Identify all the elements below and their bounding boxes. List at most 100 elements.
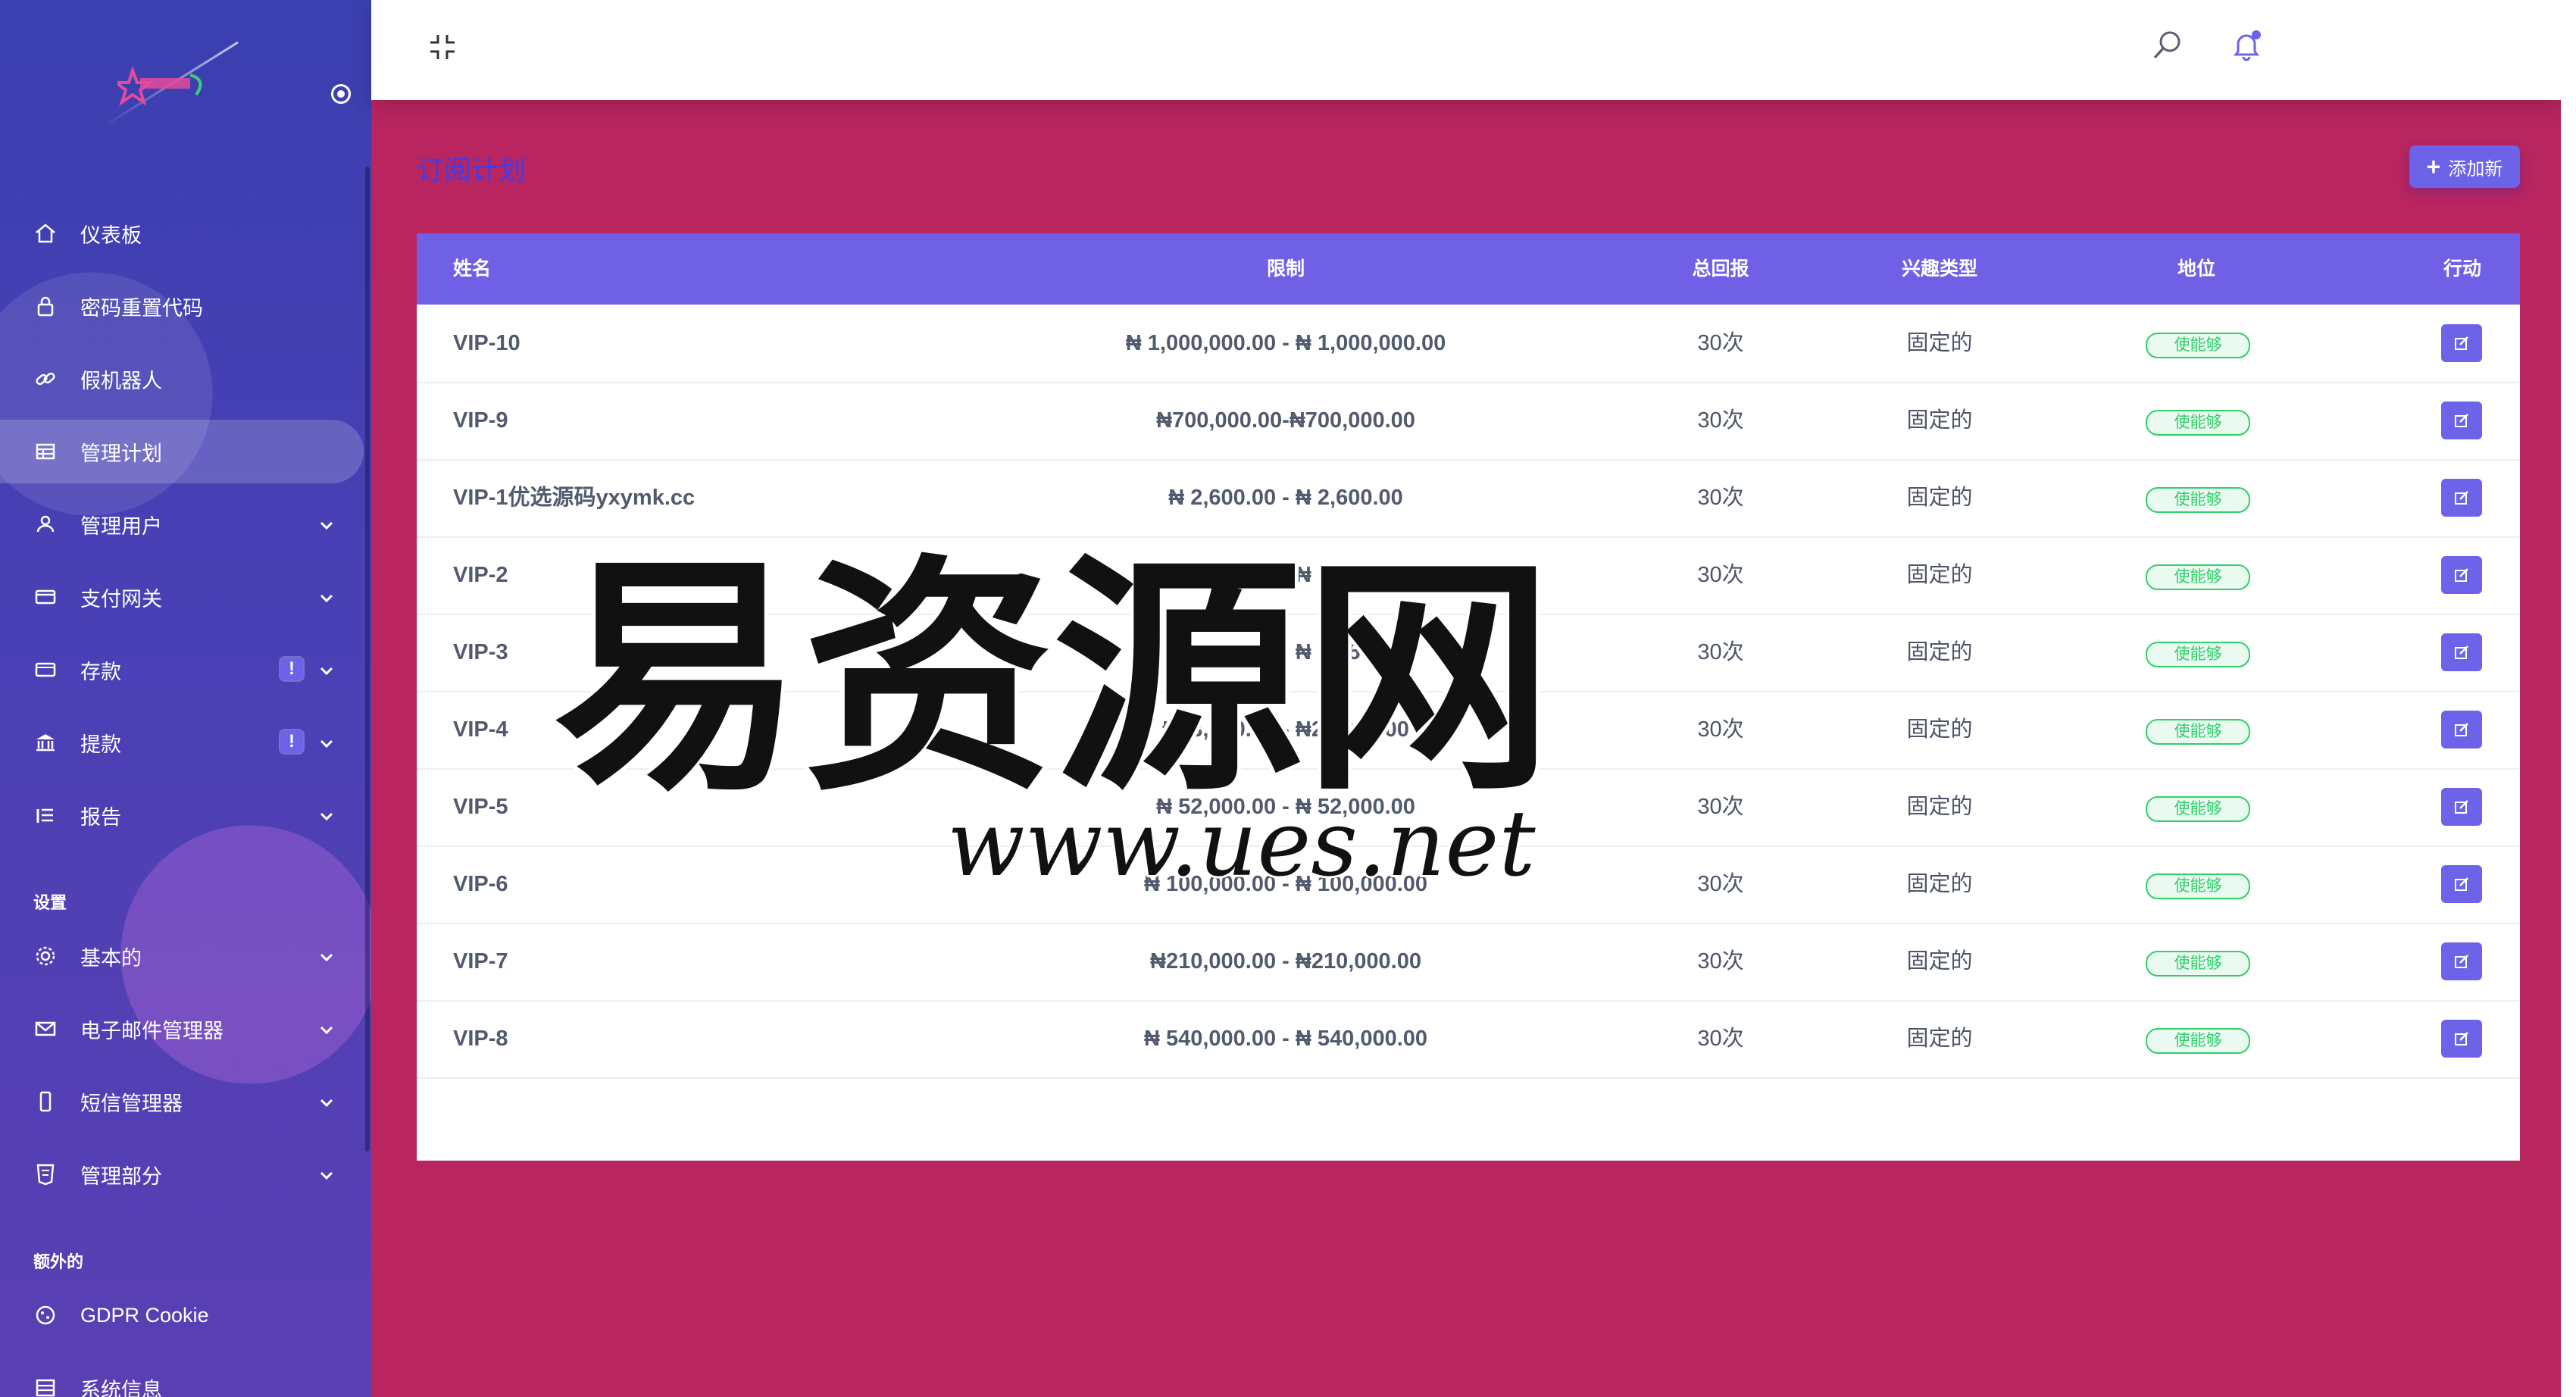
chevron-down-icon[interactable] xyxy=(318,735,335,752)
gear-icon xyxy=(33,944,58,968)
wallet-icon xyxy=(33,658,58,682)
sidebar-toggle-radio[interactable] xyxy=(331,84,351,104)
cookie-icon xyxy=(33,1303,58,1327)
sidebar-item-fake-bot[interactable]: 假机器人 xyxy=(0,347,364,411)
sidebar-item-label: 密码重置代码 xyxy=(80,296,203,320)
sidebar-item-manage-plans[interactable]: 管理计划 xyxy=(0,420,364,483)
table-row: VIP-3 ₦ 10,500.00 - ₦ 10,500.00 30次 固定的 使能够 xyxy=(417,614,2520,692)
plan-name: VIP-6 xyxy=(453,872,508,896)
plan-interest-type: 固定的 xyxy=(1906,949,1973,974)
plan-name: VIP-5 xyxy=(453,795,508,819)
column-header-return: 总回报 xyxy=(1692,258,1749,280)
link-icon xyxy=(33,367,58,391)
add-new-button[interactable]: + 添加新 xyxy=(2409,145,2520,188)
plan-return: 30次 xyxy=(1697,795,1744,819)
table-row: VIP-7 ₦210,000.00 - ₦210,000.00 30次 固定的 使能够 xyxy=(417,923,2520,1002)
plan-name: VIP-3 xyxy=(453,640,508,664)
edit-icon xyxy=(2455,1032,2468,1045)
logo[interactable] xyxy=(117,64,216,106)
edit-button[interactable] xyxy=(2441,402,2482,439)
plan-name: VIP-4 xyxy=(453,717,508,742)
sidebar-item-withdrawals[interactable]: 提款 ! xyxy=(0,711,364,774)
chevron-down-icon[interactable] xyxy=(318,1167,335,1183)
plan-interest-type: 固定的 xyxy=(1906,872,1973,896)
edit-button[interactable] xyxy=(2441,479,2482,517)
sidebar-item-payment-gateway[interactable]: 支付网关 xyxy=(0,565,364,629)
edit-icon xyxy=(2455,955,2468,968)
plan-limit: ₦210,000.00 - ₦210,000.00 xyxy=(1150,949,1421,974)
plan-interest-type: 固定的 xyxy=(1906,1027,1973,1051)
chevron-down-icon[interactable] xyxy=(318,589,335,606)
column-header-action: 行动 xyxy=(2443,258,2482,280)
chevron-down-icon[interactable] xyxy=(318,517,335,533)
plan-return: 30次 xyxy=(1697,563,1744,587)
sidebar-scrollbar[interactable] xyxy=(365,167,370,1152)
table-icon xyxy=(33,439,58,464)
edit-button[interactable] xyxy=(2441,324,2482,362)
edit-button[interactable] xyxy=(2441,556,2482,594)
plan-name: VIP-7 xyxy=(453,949,508,974)
plan-limit: ₦ 52,000.00 - ₦ 52,000.00 xyxy=(1156,795,1415,819)
bell-icon[interactable] xyxy=(2231,29,2262,62)
plan-interest-type: 固定的 xyxy=(1906,640,1973,664)
sidebar-item-label: 假机器人 xyxy=(80,369,162,392)
plan-return: 30次 xyxy=(1697,640,1744,664)
chevron-down-icon[interactable] xyxy=(318,1094,335,1111)
table-row: VIP-1优选源码yxymk.cc ₦ 2,600.00 - ₦ 2,600.00… xyxy=(417,459,2520,538)
edit-icon xyxy=(2455,568,2468,582)
status-badge: 使能够 xyxy=(2146,642,2250,667)
edit-icon xyxy=(2455,645,2468,659)
sidebar-item-password-reset[interactable]: 密码重置代码 xyxy=(0,274,364,338)
edit-icon xyxy=(2455,336,2468,350)
lock-icon xyxy=(33,294,58,318)
sidebar-item-label: 系统信息 xyxy=(80,1378,162,1397)
sidebar-item-manage-sections[interactable]: 管理部分 xyxy=(0,1142,364,1206)
plan-interest-type: 固定的 xyxy=(1906,563,1973,587)
edit-icon xyxy=(2455,414,2468,427)
column-header-interest-type: 兴趣类型 xyxy=(1901,258,1978,280)
table-row: VIP-9 ₦700,000.00-₦700,000.00 30次 固定的 使能够 xyxy=(417,382,2520,461)
html5-icon xyxy=(33,1162,58,1186)
plan-return: 30次 xyxy=(1697,1027,1744,1051)
sidebar-item-label: 提款 xyxy=(80,733,121,756)
status-badge: 使能够 xyxy=(2146,564,2250,590)
sidebar-item-reports[interactable]: 报告 xyxy=(0,783,364,847)
sidebar-item-label: 报告 xyxy=(80,805,121,829)
alert-badge: ! xyxy=(280,730,303,753)
plans-table-card: 姓名 限制 总回报 兴趣类型 地位 行动 VIP-10 ₦ 1,000,000.0… xyxy=(417,233,2520,1161)
sidebar-item-sms-manager[interactable]: 短信管理器 xyxy=(0,1070,364,1133)
sidebar-item-dashboard[interactable]: 仪表板 xyxy=(0,202,364,265)
edit-icon xyxy=(2455,723,2468,736)
table-row: VIP-4 ₦23,000.00 - ₦23,000.00 30次 固定的 使能够 xyxy=(417,691,2520,770)
edit-button[interactable] xyxy=(2441,788,2482,826)
sidebar-item-email-manager[interactable]: 电子邮件管理器 xyxy=(0,997,364,1061)
edit-button[interactable] xyxy=(2441,942,2482,980)
page-title: 订阅计划 xyxy=(417,155,527,186)
edit-button[interactable] xyxy=(2441,633,2482,671)
sidebar-item-deposits[interactable]: 存款 ! xyxy=(0,638,364,702)
column-header-name: 姓名 xyxy=(453,258,492,280)
chevron-down-icon[interactable] xyxy=(318,808,335,824)
sidebar-item-manage-users[interactable]: 管理用户 xyxy=(0,492,364,556)
chevron-down-icon[interactable] xyxy=(318,1021,335,1038)
plan-return: 30次 xyxy=(1697,408,1744,433)
status-badge: 使能够 xyxy=(2146,951,2250,977)
sidebar-item-system-info[interactable]: 系统信息 xyxy=(0,1356,364,1397)
sidebar-item-basic[interactable]: 基本的 xyxy=(0,924,364,988)
table-row: VIP-5 ₦ 52,000.00 - ₦ 52,000.00 30次 固定的 使能够 xyxy=(417,768,2520,847)
credit-card-icon xyxy=(33,585,58,609)
plan-limit: ₦700,000.00-₦700,000.00 xyxy=(1156,408,1415,433)
edit-button[interactable] xyxy=(2441,711,2482,749)
plan-return: 30次 xyxy=(1697,486,1744,510)
edit-button[interactable] xyxy=(2441,865,2482,903)
collapse-icon[interactable] xyxy=(427,32,458,62)
section-label-settings: 设置 xyxy=(33,893,67,912)
edit-button[interactable] xyxy=(2441,1020,2482,1058)
chevron-down-icon[interactable] xyxy=(318,949,335,965)
phone-icon xyxy=(33,1089,58,1114)
sidebar-item-gdpr-cookie[interactable]: GDPR Cookie xyxy=(0,1283,364,1347)
status-badge: 使能够 xyxy=(2146,719,2250,745)
search-icon[interactable] xyxy=(2152,29,2184,61)
chevron-down-icon[interactable] xyxy=(318,662,335,679)
column-header-limit: 限制 xyxy=(1266,258,1305,280)
